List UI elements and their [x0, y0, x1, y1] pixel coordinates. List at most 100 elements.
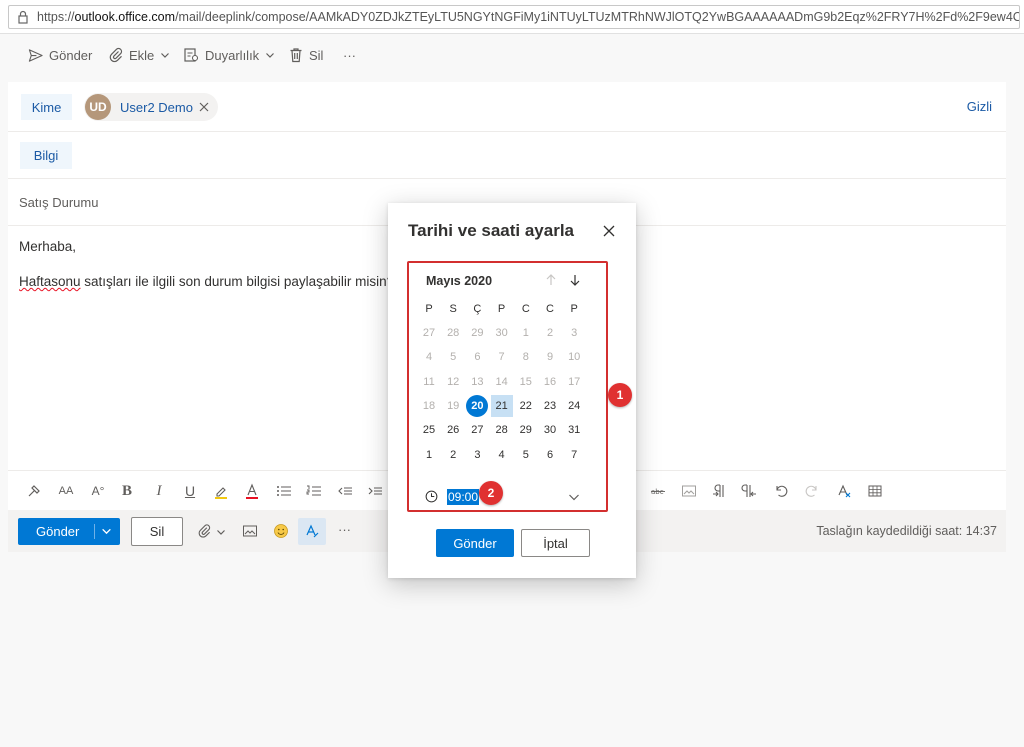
grow-font-icon[interactable]: A°: [90, 483, 106, 499]
calendar-day[interactable]: 2: [442, 444, 464, 466]
calendar-day[interactable]: 9: [539, 346, 561, 368]
calendar-day[interactable]: 23: [539, 395, 561, 417]
calendar-day[interactable]: 7: [563, 444, 585, 466]
calendar-day[interactable]: 28: [491, 419, 513, 441]
calendar-day[interactable]: 17: [563, 371, 585, 393]
table-icon[interactable]: [867, 483, 883, 499]
calendar-day[interactable]: 25: [418, 419, 440, 441]
calendar-day[interactable]: 7: [491, 346, 513, 368]
ltr-icon[interactable]: [711, 483, 727, 499]
body-message[interactable]: Haftasonu satışları ile ilgili son durum…: [19, 274, 394, 289]
increase-indent-icon[interactable]: [367, 483, 383, 499]
rtl-icon[interactable]: [741, 483, 757, 499]
strikethrough-icon[interactable]: abc: [650, 483, 666, 499]
calendar-day[interactable]: 5: [442, 346, 464, 368]
calendar-day[interactable]: 31: [563, 419, 585, 441]
calendar-day[interactable]: 4: [418, 346, 440, 368]
url-field[interactable]: https://outlook.office.com/mail/deeplink…: [8, 5, 1020, 29]
calendar-day[interactable]: 29: [515, 419, 537, 441]
send-icon: [28, 48, 43, 62]
italic-icon[interactable]: I: [151, 483, 167, 499]
body-greeting[interactable]: Merhaba,: [19, 239, 76, 254]
toolbar-send-button[interactable]: Gönder: [28, 46, 92, 64]
recipient-chip[interactable]: UD User2 Demo: [84, 93, 218, 121]
calendar-day[interactable]: 4: [491, 444, 513, 466]
calendar-day[interactable]: 3: [563, 322, 585, 344]
calendar-day[interactable]: 22: [515, 395, 537, 417]
chevron-down-icon[interactable]: [216, 527, 226, 537]
calendar-day[interactable]: 30: [539, 419, 561, 441]
calendar-day[interactable]: 30: [491, 322, 513, 344]
toolbar-more-button[interactable]: ···: [343, 46, 356, 64]
calendar-day[interactable]: 27: [466, 419, 488, 441]
time-input[interactable]: 09:00: [447, 489, 480, 505]
underline-icon[interactable]: U: [182, 483, 198, 499]
compose-toolbar: Gönder Ekle Duyarlılık Sil ···: [8, 38, 1022, 72]
dialog-send-button[interactable]: Gönder: [436, 529, 514, 557]
toolbar-sensitivity-button[interactable]: Duyarlılık: [183, 46, 275, 64]
calendar-day[interactable]: 8: [515, 346, 537, 368]
arrow-up-icon[interactable]: [544, 273, 558, 287]
subject-text[interactable]: Satış Durumu: [19, 195, 98, 210]
redo-icon[interactable]: [804, 483, 820, 499]
weekday-header: C: [546, 303, 554, 315]
clear-formatting-icon[interactable]: [836, 483, 852, 499]
cc-button[interactable]: Bilgi: [20, 142, 72, 169]
calendar-day[interactable]: 19: [442, 395, 464, 417]
calendar-day[interactable]: 29: [466, 322, 488, 344]
weekday-header: C: [521, 303, 530, 315]
calendar-day[interactable]: 18: [418, 395, 440, 417]
calendar-month-label: Mayıs 2020: [426, 274, 493, 288]
close-icon[interactable]: [197, 100, 211, 114]
more-options-button[interactable]: ···: [338, 522, 351, 537]
calendar-day[interactable]: 27: [418, 322, 440, 344]
calendar-day[interactable]: 5: [515, 444, 537, 466]
calendar-day[interactable]: 3: [466, 444, 488, 466]
calendar-day[interactable]: 28: [442, 322, 464, 344]
arrow-down-icon[interactable]: [568, 273, 582, 287]
image-icon[interactable]: [242, 523, 258, 539]
misspelled-word[interactable]: Haftasonu: [19, 274, 81, 289]
bcc-link[interactable]: Gizli: [967, 99, 992, 114]
calendar-day[interactable]: 26: [442, 419, 464, 441]
calendar-day[interactable]: 21: [490, 394, 513, 417]
bold-icon[interactable]: B: [119, 483, 135, 499]
editor-button[interactable]: [298, 518, 326, 545]
font-size-icon[interactable]: AA: [58, 483, 74, 499]
send-button[interactable]: Gönder: [18, 518, 120, 545]
toolbar-delete-button[interactable]: Sil: [289, 46, 323, 64]
chevron-down-icon[interactable]: [568, 491, 580, 503]
chevron-down-icon[interactable]: [101, 526, 112, 537]
calendar-day[interactable]: 13: [466, 371, 488, 393]
insert-picture-icon[interactable]: [681, 483, 697, 499]
calendar-day[interactable]: 1: [515, 322, 537, 344]
format-painter-icon[interactable]: [26, 483, 42, 499]
calendar-day[interactable]: 2: [539, 322, 561, 344]
calendar-day[interactable]: 11: [418, 371, 440, 393]
calendar-day[interactable]: 6: [466, 346, 488, 368]
sensitivity-icon: [184, 48, 199, 62]
calendar-day[interactable]: 14: [491, 371, 513, 393]
calendar-day[interactable]: 12: [442, 371, 464, 393]
decrease-indent-icon[interactable]: [337, 483, 353, 499]
to-button[interactable]: Kime: [21, 94, 72, 120]
calendar-day[interactable]: 16: [539, 371, 561, 393]
calendar-day[interactable]: 1: [418, 444, 440, 466]
discard-button[interactable]: Sil: [131, 517, 183, 546]
paperclip-icon: [109, 47, 123, 63]
emoji-icon[interactable]: [273, 523, 289, 539]
toolbar-attach-button[interactable]: Ekle: [109, 46, 170, 64]
bullets-icon[interactable]: [276, 483, 292, 499]
dialog-cancel-button[interactable]: İptal: [521, 529, 590, 557]
paperclip-icon[interactable]: [198, 523, 211, 539]
highlight-icon[interactable]: [213, 483, 229, 499]
undo-icon[interactable]: [773, 483, 789, 499]
calendar-day[interactable]: 24: [563, 395, 585, 417]
svg-text:abc: abc: [651, 488, 664, 496]
calendar-day[interactable]: 10: [563, 346, 585, 368]
calendar-day[interactable]: 15: [515, 371, 537, 393]
font-color-icon[interactable]: [244, 483, 260, 499]
close-icon[interactable]: [601, 223, 617, 239]
numbering-icon[interactable]: [306, 483, 322, 499]
calendar-day[interactable]: 6: [539, 444, 561, 466]
